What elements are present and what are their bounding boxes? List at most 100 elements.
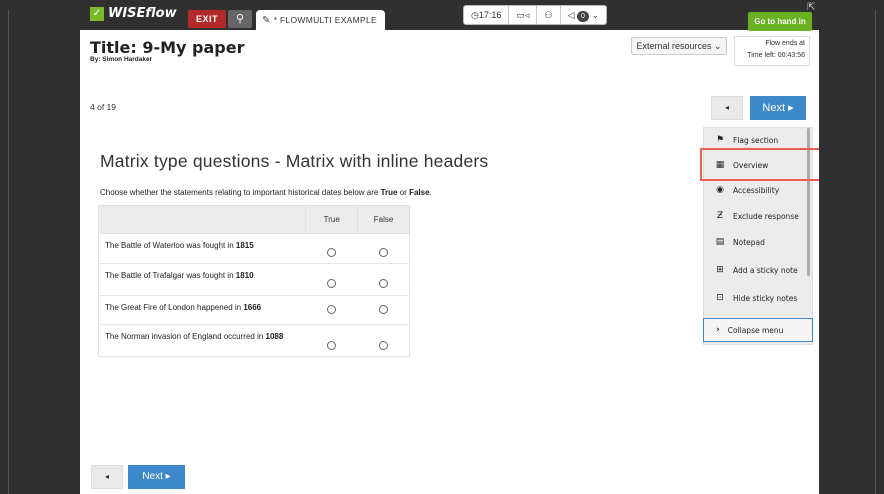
radio-cell [305,233,358,264]
page-title: Title: 9-My paper [90,38,245,57]
chevron-right-icon: › [716,325,720,335]
flow-ends-box: Flow ends at Time left: 00:43:56 [734,36,810,66]
pen-icon: ✎ [262,15,271,26]
window-frame-left [0,0,80,494]
radio-false[interactable] [378,279,388,288]
sticky-add-icon: ⊞ [716,265,724,275]
statement-text: The Battle of Trafalgar was fought in [105,271,236,280]
window-frame-right [819,0,884,494]
timer-button[interactable]: ◷17:16 [464,6,510,24]
menu-item-label: Flag section [733,135,779,145]
statement-text: The Battle of Waterloo was fought in [105,241,236,250]
instruction-true: True [380,188,398,197]
megaphone-icon: ◁ [567,10,575,20]
overview-highlight-box [700,148,819,181]
app-window: ✓ WISEflow EXIT ⚲ ✎ * FLOWMULTI EXAMPLE ◷… [80,0,819,494]
instruction-text: Choose whether the statements relating t… [100,188,381,197]
camera-button[interactable]: ▭◃ [509,6,538,24]
exit-button[interactable]: EXIT [188,10,226,28]
statement-cell: The Battle of Waterloo was fought in 181… [98,233,306,264]
statement-year: 1666 [243,303,262,312]
search-icon: ⚲ [235,13,245,25]
radio-false[interactable] [378,248,388,257]
menu-item-label: Exclude response [733,211,799,221]
table-row: The Battle of Trafalgar was fought in 18… [98,263,410,296]
chevron-down-icon: ⌄ [591,10,599,20]
next-button-top[interactable]: Next ▸ [750,96,806,120]
instruction-or: or [397,188,410,197]
camera-icon: ▭◃ [516,10,530,20]
collapse-menu-label: Collapse menu [727,325,784,335]
radio-true[interactable] [327,248,337,257]
menu-item-label: Add a sticky note [733,265,798,275]
flow-tab[interactable]: ✎ * FLOWMULTI EXAMPLE [256,10,385,30]
statement-year: 1815 [235,241,254,250]
matrix-header-row: True False [97,205,410,234]
radio-cell [357,295,410,325]
text-to-speech-button[interactable]: ⚇ [537,6,561,24]
announcements-button[interactable]: ◁ 0 ⌄ [561,6,607,24]
radio-false[interactable] [378,304,388,314]
statement-cell: The Great Fire of London happened in 166… [98,295,306,325]
search-button[interactable]: ⚲ [228,10,252,28]
radio-cell [357,263,410,296]
menu-item-notepad[interactable]: ▤ Notepad [704,230,808,254]
radio-cell [305,295,358,325]
menu-item-hide-sticky-notes[interactable]: ⊡ Hide sticky notes [704,286,808,310]
flag-icon: ⚑ [715,135,725,145]
matrix-header-empty [97,205,307,234]
radio-cell [357,324,410,357]
center-toolbar: ◷17:16 ▭◃ ⚇ ◁ 0 ⌄ [463,5,607,25]
announcement-badge: 0 [576,11,589,22]
top-bar: ✓ WISEflow EXIT ⚲ ✎ * FLOWMULTI EXAMPLE ◷… [80,0,819,31]
table-row: The Great Fire of London happened in 166… [98,295,410,325]
previous-button-bottom[interactable]: ◂ [91,465,123,489]
statement-text: The Norman invasion of England occurred … [105,332,266,341]
wiseflow-logo: ✓ WISEflow [90,6,177,21]
question-title: Matrix type questions - Matrix with inli… [100,151,489,171]
page-counter: 4 of 19 [90,102,116,112]
menu-item-label: Hide sticky notes [733,293,798,303]
next-button-bottom[interactable]: Next ▸ [128,465,185,489]
clock-icon: ◷ [471,10,479,20]
sticky-hide-icon: ⊡ [716,293,724,303]
timer-text: 17:16 [478,10,502,20]
external-resources-label: External resources [636,41,712,51]
radio-true[interactable] [327,304,337,314]
logo-text: WISEflow [108,6,177,21]
radio-false[interactable] [378,341,388,350]
previous-button-top[interactable]: ◂ [711,96,743,120]
go-to-hand-in-button[interactable]: Go to hand in [748,12,812,31]
accessibility-icon: ◉ [716,185,724,195]
instruction-false: False [409,188,430,197]
menu-item-add-sticky-note[interactable]: ⊞ Add a sticky note [704,258,808,282]
mouse-cursor-icon: ⇱ [807,2,816,13]
speech-icon: ⚇ [544,10,553,20]
radio-cell [357,233,410,264]
chevron-down-icon: ⌄ [714,41,722,51]
question-instruction: Choose whether the statements relating t… [100,188,432,197]
radio-cell [305,263,358,296]
column-header-true: True [305,205,359,234]
menu-item-accessibility[interactable]: ◉ Accessibility [704,178,808,202]
radio-true[interactable] [327,279,337,288]
statement-year: 1810 [235,271,254,280]
time-left: Time left: 00:43:56 [747,52,805,59]
radio-cell [305,324,358,357]
instruction-period: . [429,188,432,197]
matrix-table: True False The Battle of Waterloo was fo… [97,205,410,357]
column-header-false: False [357,205,410,234]
statement-year: 1088 [265,332,284,341]
statement-cell: The Battle of Trafalgar was fought in 18… [98,263,306,296]
menu-item-label: Accessibility [733,185,780,195]
notepad-icon: ▤ [715,237,725,247]
menu-item-label: Notepad [733,237,765,247]
external-resources-dropdown[interactable]: External resources ⌄ [631,37,727,55]
table-row: The Norman invasion of England occurred … [98,324,410,357]
statement-cell: The Norman invasion of England occurred … [98,324,306,357]
menu-item-exclude-response[interactable]: Ƶ Exclude response [704,204,808,228]
exclude-icon: Ƶ [716,211,724,221]
flow-ends-label: Flow ends at [765,40,805,47]
radio-true[interactable] [327,341,337,350]
collapse-menu-button[interactable]: › Collapse menu [703,318,813,342]
